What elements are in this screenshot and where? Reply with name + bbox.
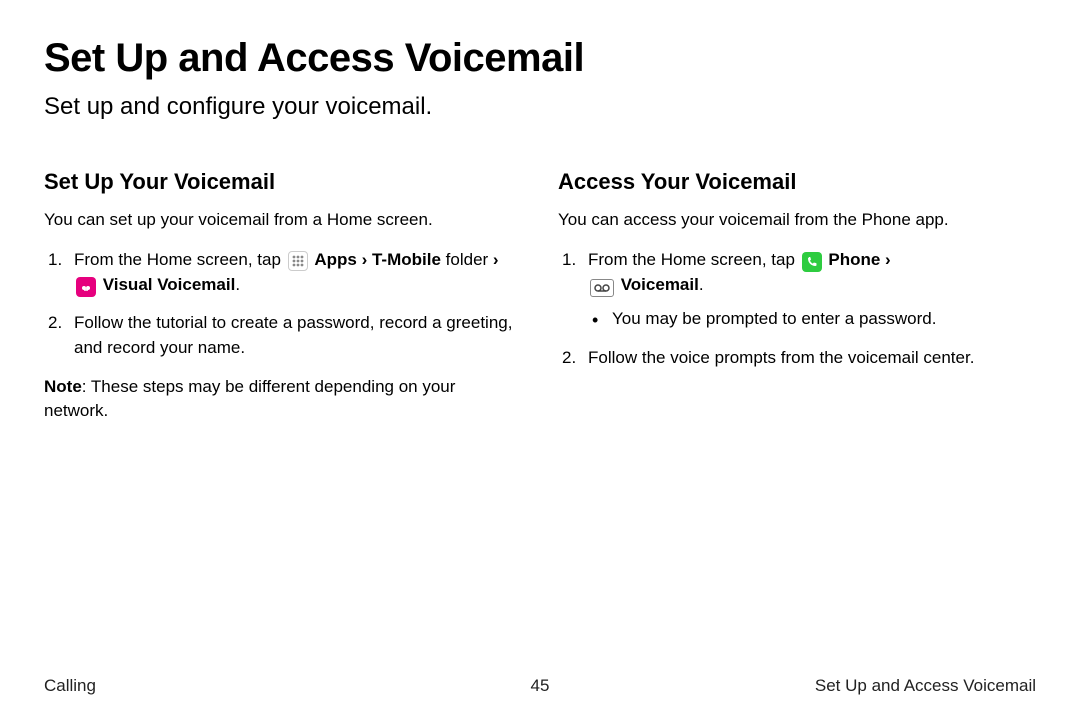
left-step1-apps: Apps xyxy=(314,250,357,269)
left-note: Note: These steps may be different depen… xyxy=(44,375,522,424)
right-heading: Access Your Voicemail xyxy=(558,169,1036,195)
page-title: Set Up and Access Voicemail xyxy=(44,36,1036,81)
left-step1-tmobile: T-Mobile xyxy=(372,250,441,269)
left-step-1: From the Home screen, tap Apps › T-Mobil… xyxy=(44,248,522,297)
left-step1-end: . xyxy=(235,275,240,294)
footer-page-number: 45 xyxy=(531,676,550,696)
phone-icon xyxy=(802,252,822,272)
right-step1-text-a: From the Home screen, tap xyxy=(588,250,800,269)
page-subtitle: Set up and configure your voicemail. xyxy=(44,93,1036,121)
right-steps: From the Home screen, tap Phone › Voicem… xyxy=(558,248,1036,371)
left-steps: From the Home screen, tap Apps › T-Mobil… xyxy=(44,248,522,361)
left-step1-chev2: › xyxy=(488,250,498,269)
left-step1-text-a: From the Home screen, tap xyxy=(74,250,286,269)
content-columns: Set Up Your Voicemail You can set up you… xyxy=(44,169,1036,424)
footer-right: Set Up and Access Voicemail xyxy=(815,676,1036,696)
right-intro: You can access your voicemail from the P… xyxy=(558,209,1036,232)
right-step1-end: . xyxy=(699,275,704,294)
voicemail-icon xyxy=(590,279,614,297)
left-heading: Set Up Your Voicemail xyxy=(44,169,522,195)
left-step1-vv: Visual Voicemail xyxy=(98,275,235,294)
right-step1-chev: › xyxy=(880,250,890,269)
left-intro: You can set up your voicemail from a Hom… xyxy=(44,209,522,232)
right-step1-sub-list: You may be prompted to enter a password. xyxy=(588,307,1036,332)
right-column: Access Your Voicemail You can access you… xyxy=(558,169,1036,424)
left-step1-chev1: › xyxy=(357,250,372,269)
page-footer: Calling 45 Set Up and Access Voicemail xyxy=(44,676,1036,696)
left-column: Set Up Your Voicemail You can set up you… xyxy=(44,169,522,424)
left-note-label: Note xyxy=(44,377,82,396)
footer-left: Calling xyxy=(44,676,96,696)
right-step-1: From the Home screen, tap Phone › Voicem… xyxy=(558,248,1036,332)
visual-voicemail-icon xyxy=(76,277,96,297)
right-step1-vm: Voicemail xyxy=(616,275,699,294)
right-step1-phone: Phone xyxy=(828,250,880,269)
right-step1-sub: You may be prompted to enter a password. xyxy=(588,307,1036,332)
apps-icon xyxy=(288,251,308,271)
left-step1-folder: folder xyxy=(441,250,488,269)
right-step-2: Follow the voice prompts from the voicem… xyxy=(558,346,1036,371)
left-note-body: : These steps may be different depending… xyxy=(44,377,455,421)
left-step-2: Follow the tutorial to create a password… xyxy=(44,311,522,360)
